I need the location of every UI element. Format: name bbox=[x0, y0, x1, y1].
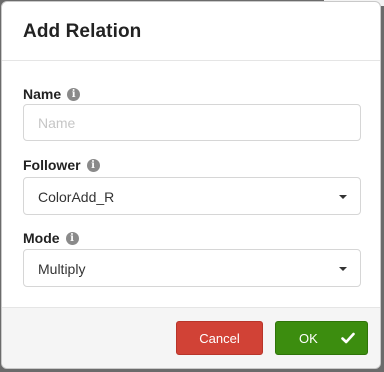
add-relation-dialog: Add Relation Name i Follower i ColorAdd_… bbox=[1, 1, 381, 369]
follower-label-row: Follower i bbox=[23, 157, 100, 173]
cancel-button-label: Cancel bbox=[199, 330, 240, 346]
ok-button[interactable]: OK bbox=[275, 321, 368, 355]
dialog-title: Add Relation bbox=[23, 21, 142, 42]
check-icon bbox=[341, 332, 355, 344]
mode-select[interactable]: Multiply bbox=[23, 249, 361, 287]
mode-label-row: Mode i bbox=[23, 230, 79, 246]
name-label: Name bbox=[23, 86, 62, 102]
follower-selected-value: ColorAdd_R bbox=[38, 189, 115, 205]
name-info-icon[interactable]: i bbox=[67, 87, 81, 101]
follower-info-icon[interactable]: i bbox=[86, 158, 100, 172]
caret-down-icon bbox=[339, 195, 347, 199]
name-label-row: Name i bbox=[23, 86, 81, 102]
dialog-footer: Cancel OK bbox=[2, 307, 380, 368]
mode-selected-value: Multiply bbox=[38, 261, 86, 277]
follower-select[interactable]: ColorAdd_R bbox=[23, 177, 361, 215]
name-input[interactable] bbox=[23, 104, 361, 141]
caret-down-icon bbox=[339, 267, 347, 271]
mode-label: Mode bbox=[23, 230, 60, 246]
cancel-button[interactable]: Cancel bbox=[176, 321, 263, 355]
mode-info-icon[interactable]: i bbox=[65, 231, 79, 245]
dialog-body: Name i Follower i ColorAdd_R Mode i Mult… bbox=[2, 61, 380, 309]
dialog-header: Add Relation bbox=[2, 2, 380, 61]
ok-button-label: OK bbox=[299, 331, 318, 346]
follower-label: Follower bbox=[23, 157, 81, 173]
